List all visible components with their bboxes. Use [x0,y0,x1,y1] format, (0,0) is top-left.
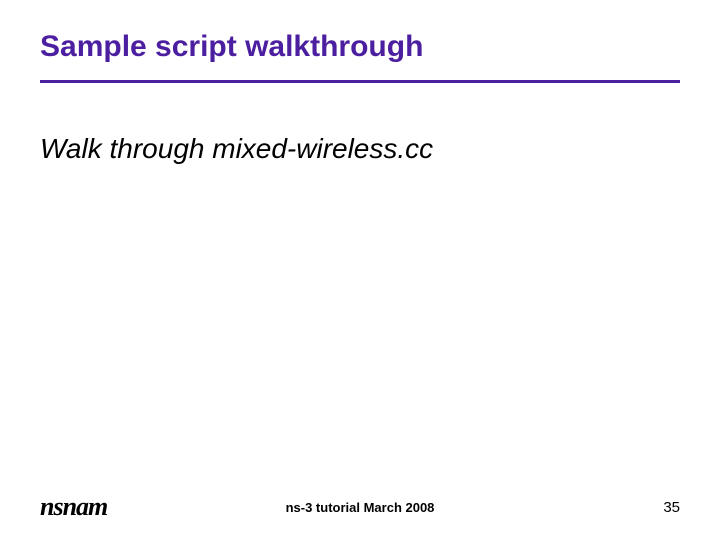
page-number: 35 [663,499,680,516]
footer-center-text: ns-3 tutorial March 2008 [286,500,435,515]
slide: Sample script walkthrough Walk through m… [0,0,720,540]
slide-title: Sample script walkthrough [40,30,680,64]
slide-body-text: Walk through mixed-wireless.cc [40,133,680,165]
title-divider [40,80,680,83]
logo: nsnam [40,492,107,522]
slide-footer: nsnam ns-3 tutorial March 2008 35 [0,492,720,522]
